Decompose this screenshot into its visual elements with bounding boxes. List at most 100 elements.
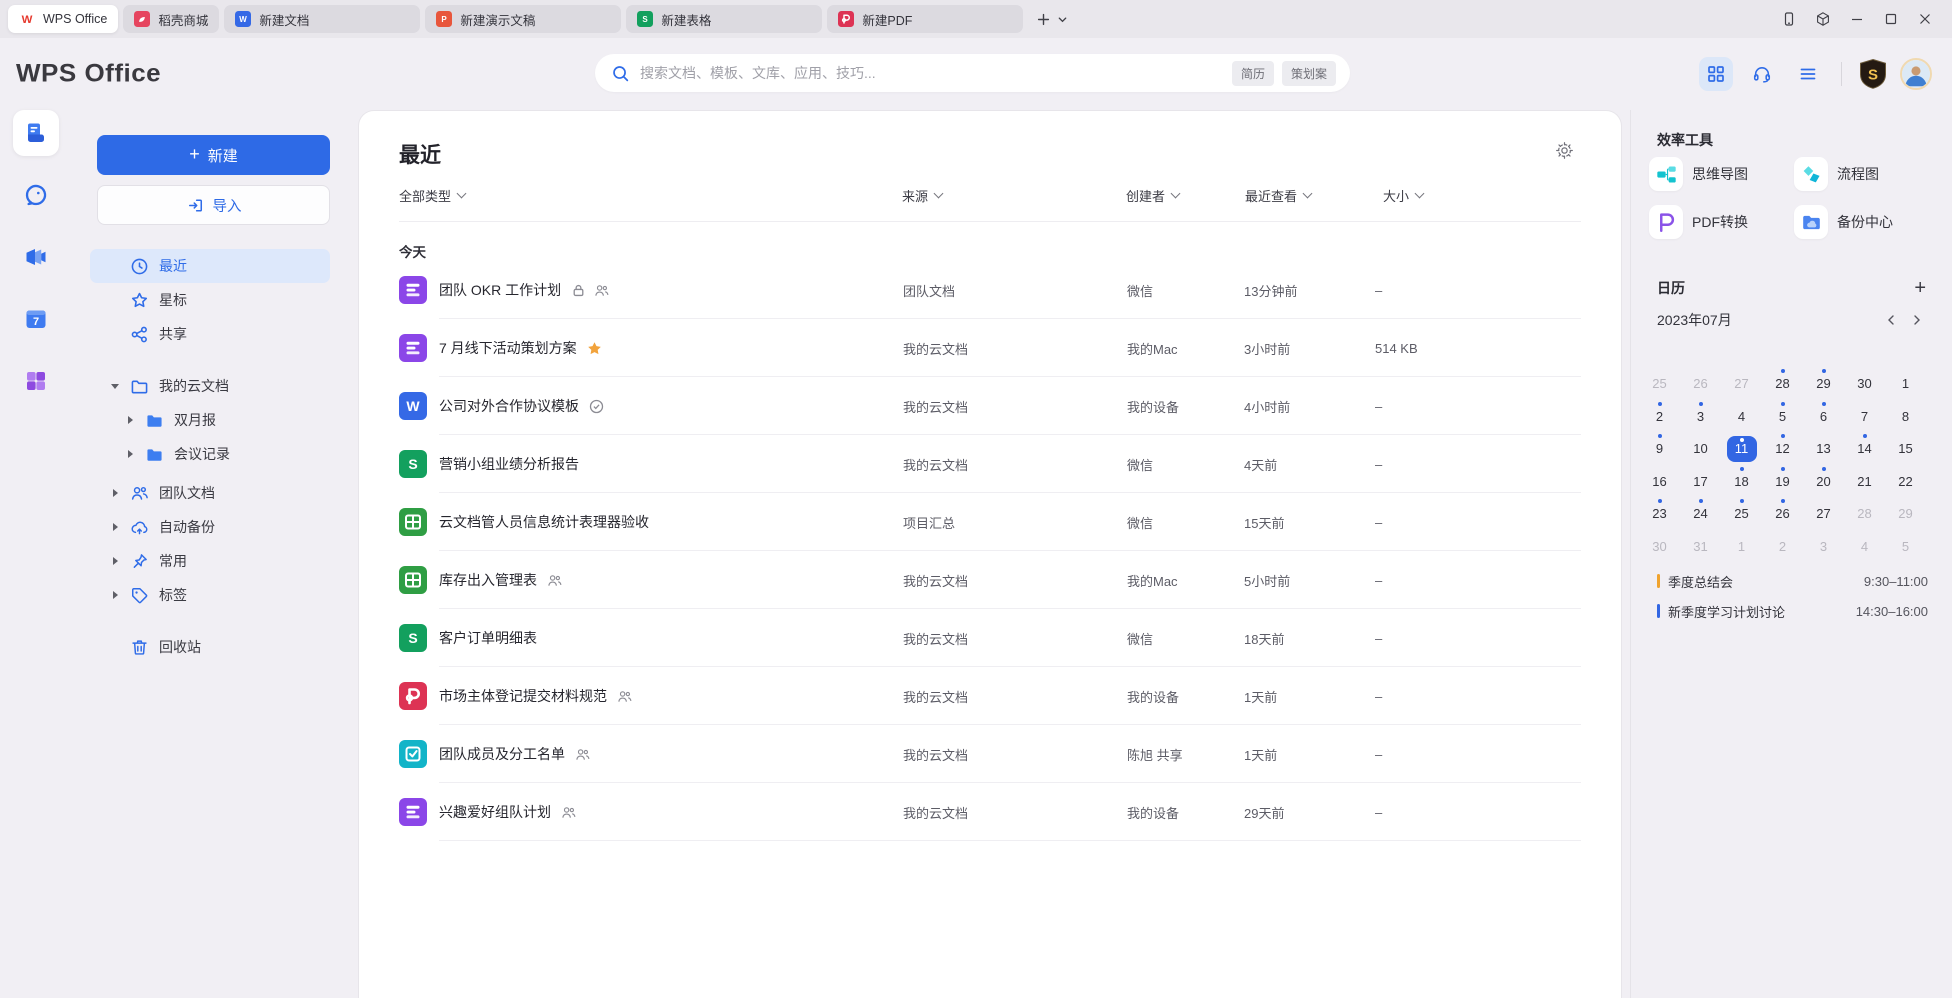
- calendar-day[interactable]: 10: [1680, 433, 1721, 466]
- rail-calendar-icon[interactable]: 7: [13, 296, 59, 342]
- window-tab[interactable]: 稻壳商城: [123, 5, 219, 33]
- tool-item[interactable]: 思维导图: [1649, 150, 1794, 198]
- calendar-day[interactable]: 16: [1639, 466, 1680, 499]
- event-item[interactable]: 新季度学习计划讨论 14:30–16:00: [1657, 596, 1928, 626]
- calendar-day[interactable]: 19: [1762, 466, 1803, 499]
- calendar-day[interactable]: 24: [1680, 498, 1721, 531]
- calendar-day[interactable]: 5: [1885, 531, 1926, 564]
- caret-down-icon[interactable]: [108, 384, 122, 389]
- calendar-day[interactable]: 29: [1803, 368, 1844, 401]
- calendar-day[interactable]: 12: [1762, 433, 1803, 466]
- caret-right-icon[interactable]: [108, 489, 122, 497]
- file-row[interactable]: S 营销小组业绩分析报告 我的云文档 微信 4天前 –: [359, 435, 1621, 493]
- search-tag-resume[interactable]: 简历: [1232, 61, 1274, 86]
- caret-right-icon[interactable]: [108, 591, 122, 599]
- sidebar-item-trash[interactable]: 回收站: [90, 630, 330, 664]
- calendar-day[interactable]: 2: [1639, 401, 1680, 434]
- window-tab[interactable]: W WPS Office: [8, 5, 118, 33]
- window-tab[interactable]: 新建PDF: [827, 5, 1023, 33]
- calendar-day[interactable]: 5: [1762, 401, 1803, 434]
- window-tab[interactable]: W 新建文档: [224, 5, 420, 33]
- filter-source[interactable]: 来源: [902, 186, 942, 205]
- calendar-day[interactable]: 26: [1762, 498, 1803, 531]
- event-item[interactable]: 季度总结会 9:30–11:00: [1657, 566, 1928, 596]
- sidebar-item-team-docs[interactable]: 团队文档: [90, 476, 330, 510]
- calendar-day[interactable]: 2: [1762, 531, 1803, 564]
- sidebar-item-recent[interactable]: 最近: [90, 249, 330, 283]
- maximize-button[interactable]: [1874, 0, 1908, 38]
- calendar-day[interactable]: 11: [1721, 433, 1762, 466]
- calendar-day[interactable]: 4: [1721, 401, 1762, 434]
- filter-all-types[interactable]: 全部类型: [399, 186, 465, 205]
- calendar-day[interactable]: 1: [1721, 531, 1762, 564]
- tool-item[interactable]: PDF转换: [1649, 198, 1794, 246]
- file-row[interactable]: 库存出入管理表 我的云文档 我的Mac 5小时前 –: [359, 551, 1621, 609]
- sidebar-item-my-cloud-docs[interactable]: 我的云文档: [90, 369, 330, 403]
- calendar-day[interactable]: 30: [1844, 368, 1885, 401]
- prev-month-icon[interactable]: [1878, 310, 1904, 330]
- calendar-day[interactable]: 18: [1721, 466, 1762, 499]
- calendar-day[interactable]: 25: [1639, 368, 1680, 401]
- add-event-icon[interactable]: +: [1914, 280, 1926, 296]
- calendar-day[interactable]: 8: [1885, 401, 1926, 434]
- sidebar-item-tags[interactable]: 标签: [90, 578, 330, 612]
- tool-item[interactable]: 流程图: [1794, 150, 1939, 198]
- caret-right-icon[interactable]: [108, 523, 122, 531]
- calendar-day[interactable]: 23: [1639, 498, 1680, 531]
- search-tag-plan[interactable]: 策划案: [1282, 61, 1336, 86]
- filter-creator[interactable]: 创建者: [1126, 186, 1179, 205]
- calendar-day[interactable]: 28: [1762, 368, 1803, 401]
- settings-gear-icon[interactable]: [1555, 141, 1577, 163]
- tool-item[interactable]: 备份中心: [1794, 198, 1939, 246]
- sidebar-item-frequent[interactable]: 常用: [90, 544, 330, 578]
- caret-right-icon[interactable]: [123, 416, 137, 424]
- file-row[interactable]: 云文档管人员信息统计表理器验收 项目汇总 微信 15天前 –: [359, 493, 1621, 551]
- rail-chat-icon[interactable]: [13, 172, 59, 218]
- calendar-day[interactable]: 20: [1803, 466, 1844, 499]
- calendar-day[interactable]: 15: [1885, 433, 1926, 466]
- calendar-day[interactable]: 26: [1680, 368, 1721, 401]
- search-input[interactable]: 搜索文档、模板、文库、应用、技巧... 简历 策划案: [595, 54, 1350, 92]
- new-document-button[interactable]: + 新建: [97, 135, 330, 175]
- file-row[interactable]: 团队成员及分工名单 我的云文档 陈旭 共享 1天前 –: [359, 725, 1621, 783]
- calendar-day[interactable]: 3: [1803, 531, 1844, 564]
- calendar-day[interactable]: 6: [1803, 401, 1844, 434]
- workspace-box-icon[interactable]: [1806, 0, 1840, 38]
- minimize-button[interactable]: [1840, 0, 1874, 38]
- file-row[interactable]: 兴趣爱好组队计划 我的云文档 我的设备 29天前 –: [359, 783, 1621, 841]
- tab-list-dropdown[interactable]: [1055, 9, 1069, 29]
- svip-badge-icon[interactable]: S: [1858, 58, 1888, 90]
- calendar-day[interactable]: 14: [1844, 433, 1885, 466]
- calendar-day[interactable]: 1: [1885, 368, 1926, 401]
- import-button[interactable]: 导入: [97, 185, 330, 225]
- calendar-day[interactable]: 30: [1639, 531, 1680, 564]
- next-month-icon[interactable]: [1904, 310, 1930, 330]
- file-row[interactable]: 团队 OKR 工作计划 团队文档 微信 13分钟前 –: [359, 261, 1621, 319]
- file-row[interactable]: 市场主体登记提交材料规范 我的云文档 我的设备 1天前 –: [359, 667, 1621, 725]
- calendar-day[interactable]: 28: [1844, 498, 1885, 531]
- new-tab-button[interactable]: [1033, 9, 1053, 29]
- calendar-day[interactable]: 17: [1680, 466, 1721, 499]
- calendar-day[interactable]: 27: [1803, 498, 1844, 531]
- filter-size[interactable]: 大小: [1383, 186, 1423, 205]
- window-tab[interactable]: P 新建演示文稿: [425, 5, 621, 33]
- file-row[interactable]: 7 月线下活动策划方案 我的云文档 我的Mac 3小时前 514 KB: [359, 319, 1621, 377]
- avatar[interactable]: [1900, 58, 1932, 90]
- calendar-day[interactable]: 21: [1844, 466, 1885, 499]
- sidebar-item-bimonthly-report[interactable]: 双月报: [90, 403, 330, 437]
- rail-apps-icon[interactable]: [13, 358, 59, 404]
- calendar-day[interactable]: 31: [1680, 531, 1721, 564]
- menu-icon[interactable]: [1791, 57, 1825, 91]
- headset-support-icon[interactable]: [1745, 57, 1779, 91]
- calendar-day[interactable]: 9: [1639, 433, 1680, 466]
- calendar-day[interactable]: 4: [1844, 531, 1885, 564]
- file-row[interactable]: W 公司对外合作协议模板 我的云文档 我的设备 4小时前 –: [359, 377, 1621, 435]
- calendar-day[interactable]: 22: [1885, 466, 1926, 499]
- rail-documents-icon[interactable]: [13, 110, 59, 156]
- apps-grid-icon[interactable]: [1699, 57, 1733, 91]
- rail-meeting-icon[interactable]: [13, 234, 59, 280]
- file-row[interactable]: S 客户订单明细表 我的云文档 微信 18天前 –: [359, 609, 1621, 667]
- close-button[interactable]: [1908, 0, 1942, 38]
- calendar-day[interactable]: 7: [1844, 401, 1885, 434]
- caret-right-icon[interactable]: [108, 557, 122, 565]
